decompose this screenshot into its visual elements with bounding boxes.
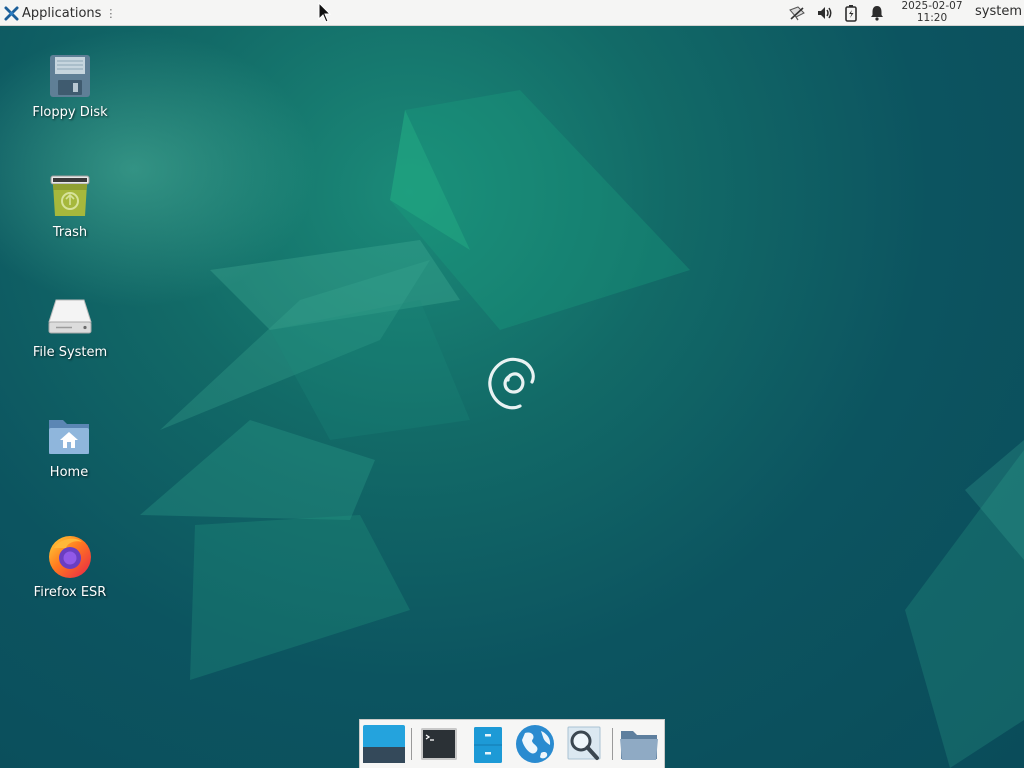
desktop-icon-firefox-esr[interactable]: Firefox ESR: [20, 532, 120, 600]
mouse-cursor: [318, 2, 332, 23]
network-icon[interactable]: [788, 4, 806, 22]
volume-icon[interactable]: [816, 4, 834, 22]
notification-bell-icon[interactable]: [868, 4, 886, 22]
applications-menu-button[interactable]: Applications ⋮: [2, 3, 118, 23]
trash-icon: [50, 175, 90, 216]
desktop-icon-label: Home: [49, 465, 89, 480]
desktop-icon-trash[interactable]: Trash: [20, 172, 120, 240]
folder-icon[interactable]: [617, 723, 661, 765]
file-manager-icon[interactable]: [466, 723, 510, 765]
home-folder-icon: [49, 420, 89, 454]
floppy-disk-icon: [50, 55, 90, 97]
dock-separator: [411, 728, 412, 760]
top-panel: Applications ⋮ 2025-02-07 11:20 system: [0, 0, 1024, 26]
clock-date: 2025-02-07: [901, 0, 963, 12]
user-menu[interactable]: system: [975, 4, 1022, 19]
desktop-icon-home[interactable]: Home: [19, 412, 119, 480]
clock[interactable]: 2025-02-07 11:20: [897, 0, 967, 24]
xfce-logo-icon: [4, 5, 19, 21]
battery-icon[interactable]: [842, 4, 860, 22]
dock-panel: [359, 719, 665, 768]
desktop-icon-file-system[interactable]: File System: [20, 292, 120, 360]
desktop-icon-floppy-disk[interactable]: Floppy Disk: [20, 52, 120, 120]
app-finder-icon[interactable]: [562, 723, 606, 765]
clock-time: 11:20: [916, 11, 948, 24]
dock-separator: [612, 728, 613, 760]
drive-icon: [48, 299, 92, 334]
desktop-icon-label: File System: [32, 345, 108, 360]
desktop-icon-label: Trash: [52, 225, 88, 240]
wallpaper: [0, 0, 1024, 768]
applications-label: Applications: [22, 5, 102, 21]
terminal-icon[interactable]: [417, 723, 461, 765]
show-desktop-icon[interactable]: [362, 723, 406, 765]
web-browser-icon[interactable]: [513, 723, 557, 765]
desktop[interactable]: Applications ⋮ 2025-02-07 11:20 system F…: [0, 0, 1024, 768]
desktop-icon-label: Firefox ESR: [33, 585, 107, 600]
firefox-icon: [49, 536, 91, 578]
panel-handle[interactable]: ⋮: [105, 7, 116, 20]
desktop-icon-label: Floppy Disk: [32, 105, 108, 120]
